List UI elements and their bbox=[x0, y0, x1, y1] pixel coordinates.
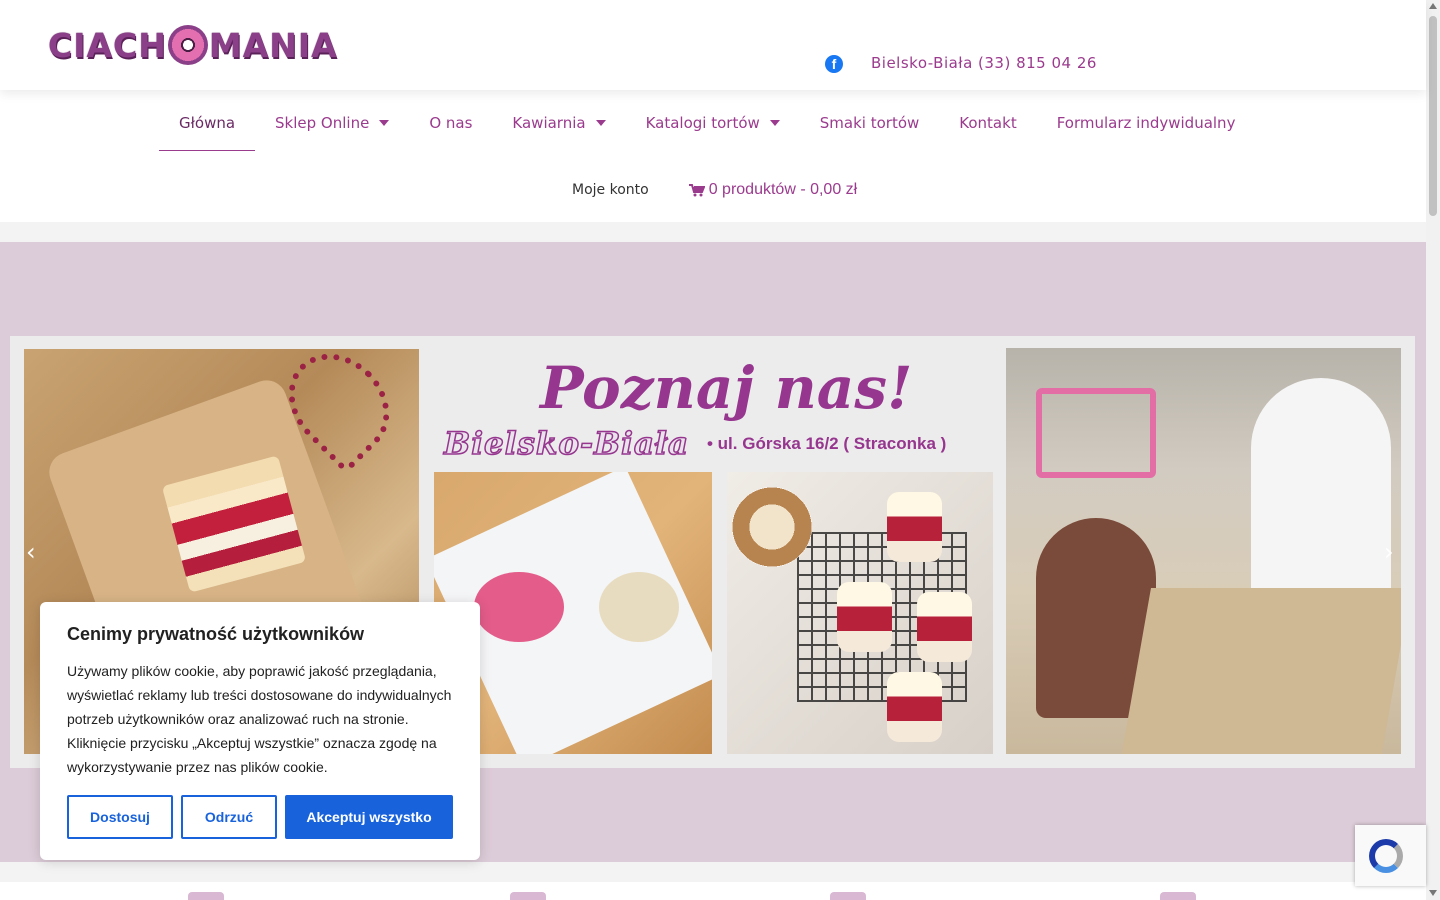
cart-summary: 0 produktów - 0,00 zł bbox=[708, 181, 858, 198]
nav-primary-row: Główna Sklep Online O nas Kawiarnia Kata… bbox=[159, 90, 1255, 156]
logo-text-right: MANIA bbox=[208, 25, 338, 65]
cookie-buttons: Dostosuj Odrzuć Akceptuj wszystko bbox=[67, 795, 453, 839]
main-nav: Główna Sklep Online O nas Kawiarnia Kata… bbox=[0, 90, 1426, 222]
site-logo[interactable]: CIACH MANIA bbox=[48, 22, 338, 68]
nav-item-kontakt[interactable]: Kontakt bbox=[939, 95, 1036, 151]
dessert-jar bbox=[837, 582, 892, 652]
caret-down-icon bbox=[769, 120, 780, 126]
phone-link[interactable]: Bielsko-Biała (33) 815 04 26 bbox=[871, 54, 1097, 72]
table bbox=[1121, 588, 1401, 754]
slide-address: • ul. Górska 16/2 ( Straconka ) bbox=[707, 434, 947, 453]
features-row bbox=[0, 882, 1426, 900]
slide-title: Poznaj nas! bbox=[540, 354, 913, 422]
desserts-photo bbox=[727, 472, 993, 754]
separator-band bbox=[0, 222, 1426, 242]
nav-item-smaki-tortow[interactable]: Smaki tortów bbox=[800, 95, 940, 151]
ice-cream-scoop bbox=[599, 572, 679, 642]
caret-down-icon bbox=[379, 120, 390, 126]
guest bbox=[1251, 378, 1391, 598]
nav-label: Kontakt bbox=[959, 114, 1017, 132]
nav-item-sklep-online[interactable]: Sklep Online bbox=[255, 95, 409, 151]
cookie-consent-dialog: Cenimy prywatność użytkowników Używamy p… bbox=[40, 602, 480, 860]
feature-icon bbox=[510, 892, 546, 900]
accept-all-button[interactable]: Akceptuj wszystko bbox=[285, 795, 453, 839]
nav-item-katalogi-tortow[interactable]: Katalogi tortów bbox=[626, 95, 800, 151]
slider-next-icon[interactable]: › bbox=[1384, 540, 1398, 564]
scroll-up-icon[interactable] bbox=[1429, 3, 1437, 9]
dessert-jar bbox=[917, 592, 972, 662]
scrollbar[interactable] bbox=[1426, 0, 1440, 900]
dessert-jar bbox=[887, 492, 942, 562]
nav-label: Kawiarnia bbox=[512, 114, 586, 132]
my-account-link[interactable]: Moje konto bbox=[572, 182, 649, 198]
slide-city: Bielsko-Biała bbox=[443, 425, 690, 463]
logo-text-left: CIACH bbox=[48, 25, 167, 65]
caret-down-icon bbox=[595, 120, 606, 126]
nav-label: Smaki tortów bbox=[819, 114, 920, 132]
nav-item-glowna[interactable]: Główna bbox=[159, 95, 256, 151]
cart-link[interactable]: 0 produktów - 0,00 zł bbox=[688, 181, 858, 199]
nav-label: Główna bbox=[179, 113, 236, 132]
feature-icon bbox=[830, 892, 866, 900]
recaptcha-icon bbox=[1369, 839, 1403, 873]
feature-icon bbox=[188, 892, 224, 900]
dessert-jar bbox=[887, 672, 942, 742]
reject-button[interactable]: Odrzuć bbox=[181, 795, 277, 839]
cookie-text: Używamy plików cookie, aby poprawić jako… bbox=[67, 663, 452, 775]
customize-button[interactable]: Dostosuj bbox=[67, 795, 173, 839]
feature-icon bbox=[1160, 892, 1196, 900]
site-header: CIACH MANIA f Bielsko-Biała (33) 815 04 … bbox=[0, 0, 1426, 90]
recaptcha-badge[interactable] bbox=[1355, 825, 1426, 886]
nav-label: Formularz indywidualny bbox=[1056, 114, 1236, 132]
separator-band bbox=[0, 862, 1426, 882]
ice-cream-scoop bbox=[474, 572, 564, 642]
slider-prev-icon[interactable]: ‹ bbox=[26, 540, 40, 564]
nav-label: Katalogi tortów bbox=[645, 114, 760, 132]
donut-icon bbox=[167, 25, 208, 65]
nav-label: Sklep Online bbox=[275, 114, 370, 132]
coffee-cup bbox=[732, 487, 812, 567]
nav-label: O nas bbox=[429, 114, 473, 132]
cafe-guests-photo bbox=[1006, 348, 1401, 754]
nav-item-kawiarnia[interactable]: Kawiarnia bbox=[492, 95, 625, 151]
facebook-icon[interactable]: f bbox=[825, 55, 843, 73]
cart-icon bbox=[688, 183, 705, 196]
pink-chair bbox=[1036, 388, 1156, 478]
nav-item-formularz[interactable]: Formularz indywidualny bbox=[1037, 95, 1256, 151]
scroll-thumb[interactable] bbox=[1429, 16, 1437, 216]
nav-item-o-nas[interactable]: O nas bbox=[409, 95, 492, 151]
scroll-down-icon[interactable] bbox=[1429, 890, 1437, 896]
nav-secondary-row: Moje konto 0 produktów - 0,00 zł bbox=[572, 170, 857, 210]
cookie-title: Cenimy prywatność użytkowników bbox=[67, 624, 365, 644]
